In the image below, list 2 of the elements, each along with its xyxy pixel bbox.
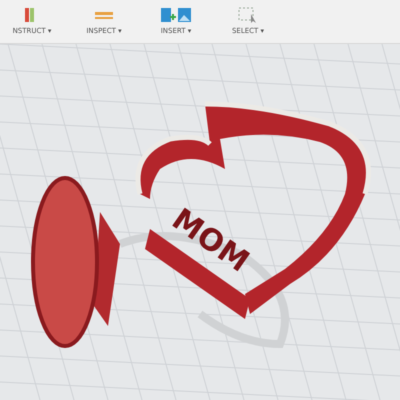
insert-image-icon[interactable] — [159, 6, 193, 24]
select-box-icon[interactable] — [237, 6, 259, 24]
